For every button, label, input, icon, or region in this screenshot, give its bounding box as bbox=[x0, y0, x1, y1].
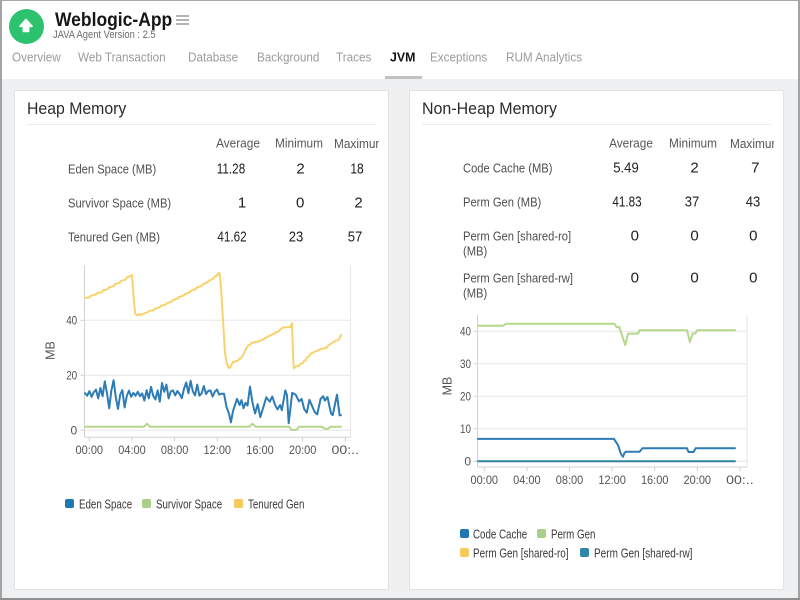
svg-text:16:00: 16:00 bbox=[246, 443, 274, 457]
svg-text:00:..: 00:.. bbox=[332, 443, 360, 457]
svg-text:MB: MB bbox=[43, 341, 57, 360]
svg-text:20: 20 bbox=[460, 390, 471, 404]
svg-text:04:00: 04:00 bbox=[118, 443, 146, 457]
svg-text:04:00: 04:00 bbox=[513, 473, 541, 487]
svg-text:40: 40 bbox=[66, 314, 77, 328]
svg-text:12:00: 12:00 bbox=[598, 473, 626, 487]
svg-text:00:00: 00:00 bbox=[76, 443, 104, 457]
svg-text:0: 0 bbox=[71, 424, 78, 438]
svg-text:08:00: 08:00 bbox=[161, 443, 189, 457]
svg-text:20:00: 20:00 bbox=[289, 443, 317, 457]
svg-text:00:..: 00:.. bbox=[726, 473, 754, 487]
svg-text:12:00: 12:00 bbox=[204, 443, 232, 457]
svg-text:00:00: 00:00 bbox=[471, 473, 499, 487]
svg-text:08:00: 08:00 bbox=[556, 473, 584, 487]
svg-text:10: 10 bbox=[460, 422, 471, 436]
svg-text:20: 20 bbox=[66, 369, 77, 383]
svg-text:16:00: 16:00 bbox=[641, 473, 669, 487]
svg-text:0: 0 bbox=[464, 455, 471, 469]
svg-text:40: 40 bbox=[460, 325, 471, 339]
svg-text:20:00: 20:00 bbox=[684, 473, 712, 487]
svg-text:MB: MB bbox=[440, 377, 454, 396]
svg-text:30: 30 bbox=[460, 357, 471, 371]
